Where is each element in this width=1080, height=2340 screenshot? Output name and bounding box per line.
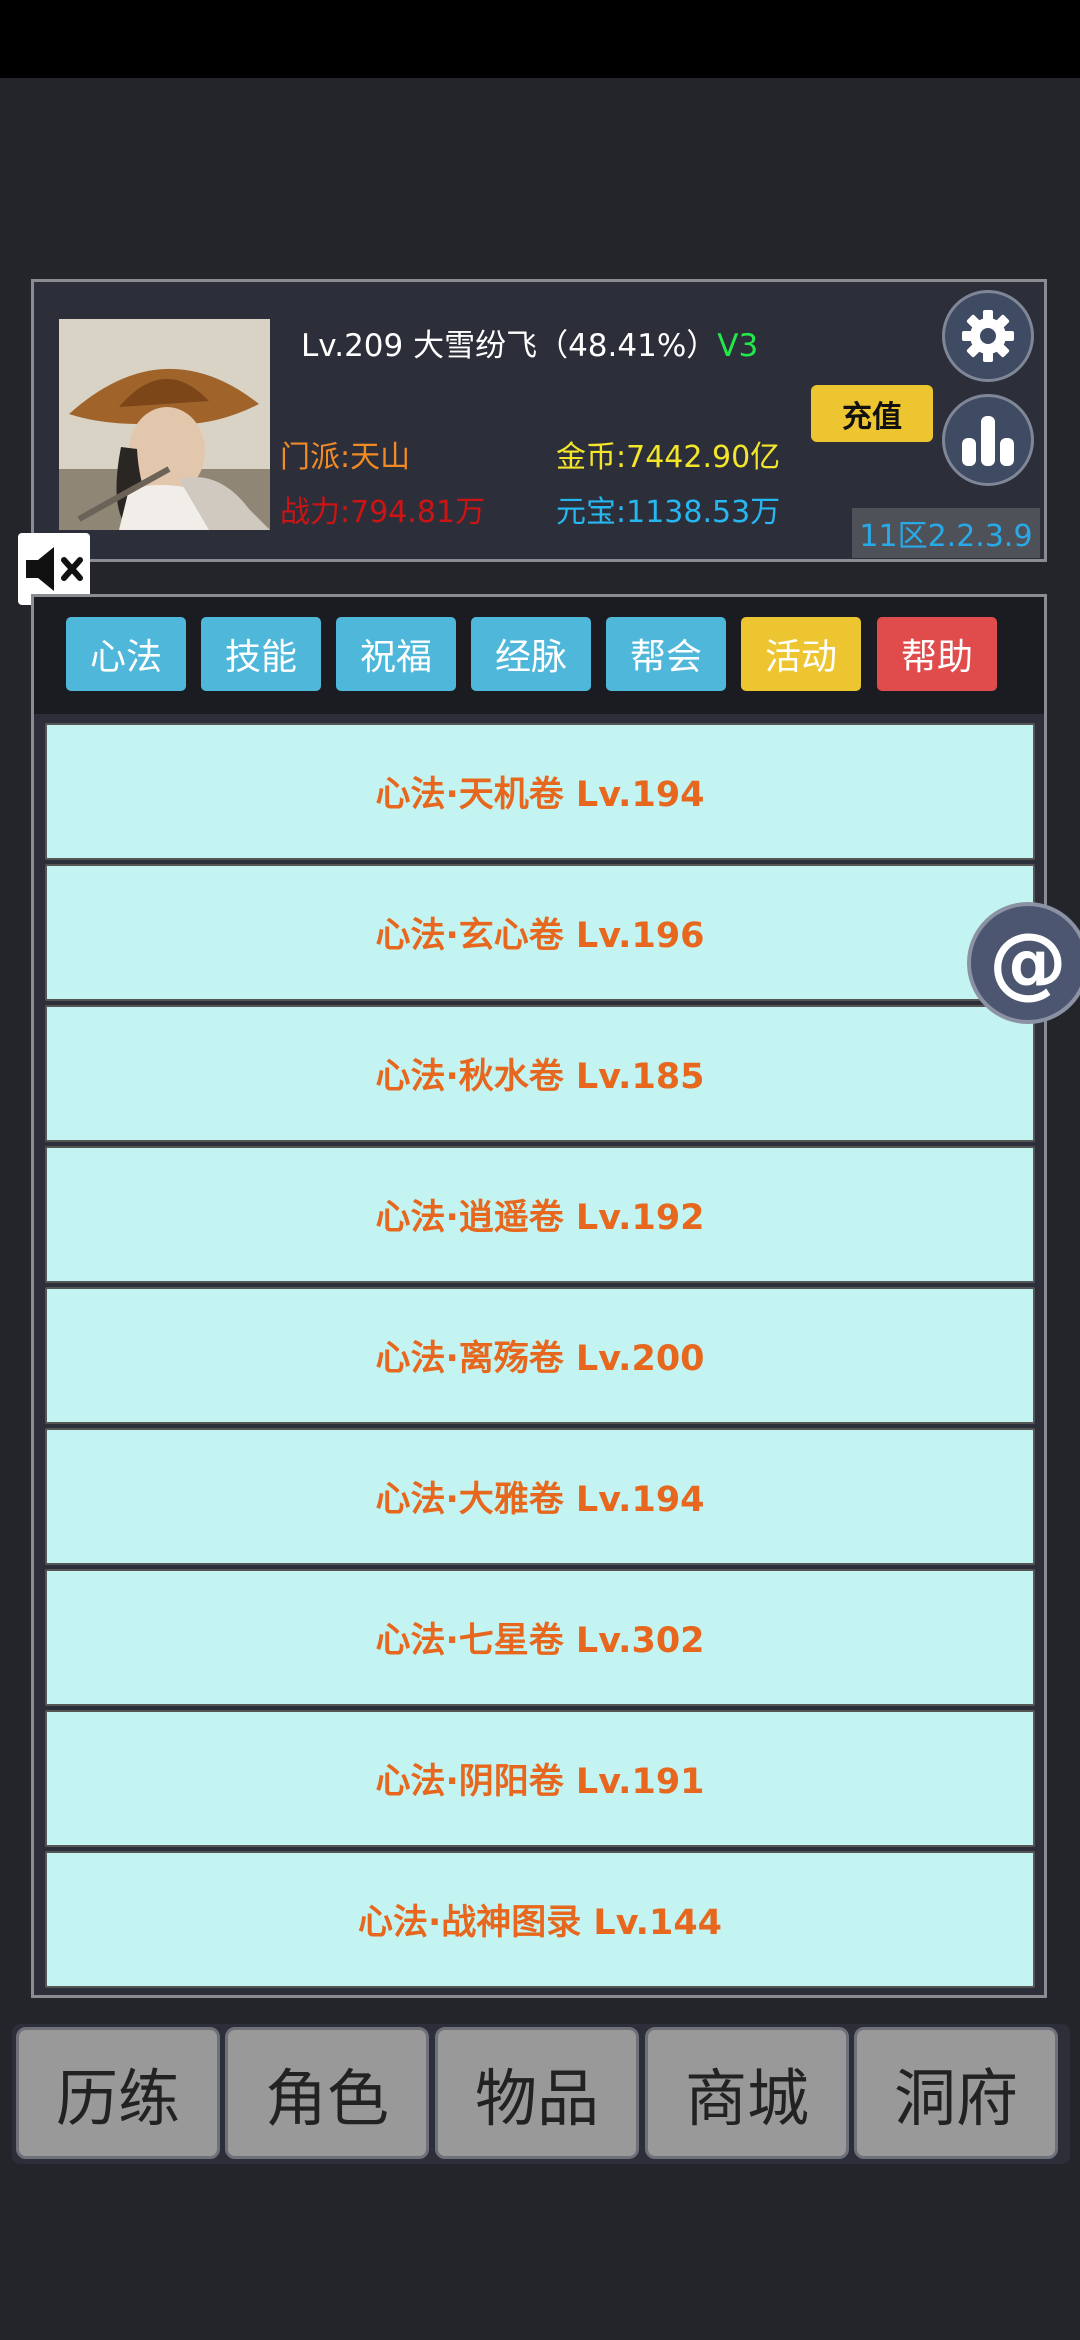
gear-icon bbox=[962, 310, 1014, 362]
player-avatar[interactable] bbox=[59, 319, 270, 530]
tab-events[interactable]: 活动 bbox=[741, 617, 861, 691]
skill-item[interactable]: 心法·玄心卷 Lv.196 bbox=[45, 864, 1035, 1001]
settings-button[interactable] bbox=[942, 290, 1034, 382]
gold-label: 金币:7442.90亿 bbox=[556, 440, 781, 475]
skill-item[interactable]: 心法·阴阳卷 Lv.191 bbox=[45, 1710, 1035, 1847]
skill-item[interactable]: 心法·大雅卷 Lv.194 bbox=[45, 1428, 1035, 1565]
tab-help[interactable]: 帮助 bbox=[877, 617, 997, 691]
skill-item[interactable]: 心法·天机卷 Lv.194 bbox=[45, 723, 1035, 860]
tab-meridians[interactable]: 经脉 bbox=[471, 617, 591, 691]
nav-items[interactable]: 物品 bbox=[435, 2027, 639, 2159]
tab-mental-method[interactable]: 心法 bbox=[66, 617, 186, 691]
level-name-label: Lv.209 大雪纷飞（48.41%）V3 bbox=[301, 331, 758, 362]
level-name: Lv.209 大雪纷飞（48.41%） bbox=[301, 328, 718, 364]
vip-badge: V3 bbox=[717, 328, 759, 364]
server-version-badge: 11区2.2.3.9 bbox=[852, 508, 1040, 558]
at-icon: @ bbox=[989, 918, 1067, 1008]
nav-character[interactable]: 角色 bbox=[225, 2027, 429, 2159]
recharge-button[interactable]: 充值 bbox=[811, 385, 933, 442]
power-label: 战力:794.81万 bbox=[280, 495, 486, 530]
skill-item[interactable]: 心法·逍遥卷 Lv.192 bbox=[45, 1146, 1035, 1283]
bar-chart-icon bbox=[962, 416, 1014, 466]
skill-item[interactable]: 心法·秋水卷 Lv.185 bbox=[45, 1005, 1035, 1142]
tab-skills[interactable]: 技能 bbox=[201, 617, 321, 691]
speaker-muted-icon bbox=[26, 547, 83, 591]
sect-label: 门派:天山 bbox=[280, 440, 411, 475]
nav-training[interactable]: 历练 bbox=[16, 2027, 220, 2159]
nav-cave[interactable]: 洞府 bbox=[854, 2027, 1058, 2159]
skill-item[interactable]: 心法·离殇卷 Lv.200 bbox=[45, 1287, 1035, 1424]
skill-item[interactable]: 心法·七星卷 Lv.302 bbox=[45, 1569, 1035, 1706]
stats-button[interactable] bbox=[942, 394, 1034, 486]
tab-guild[interactable]: 帮会 bbox=[606, 617, 726, 691]
status-bar bbox=[0, 0, 1080, 78]
nav-shop[interactable]: 商城 bbox=[645, 2027, 849, 2159]
skill-item[interactable]: 心法·战神图录 Lv.144 bbox=[45, 1851, 1035, 1988]
mail-at-button[interactable]: @ bbox=[967, 902, 1080, 1024]
ingot-label: 元宝:1138.53万 bbox=[556, 495, 781, 530]
tab-blessing[interactable]: 祝福 bbox=[336, 617, 456, 691]
